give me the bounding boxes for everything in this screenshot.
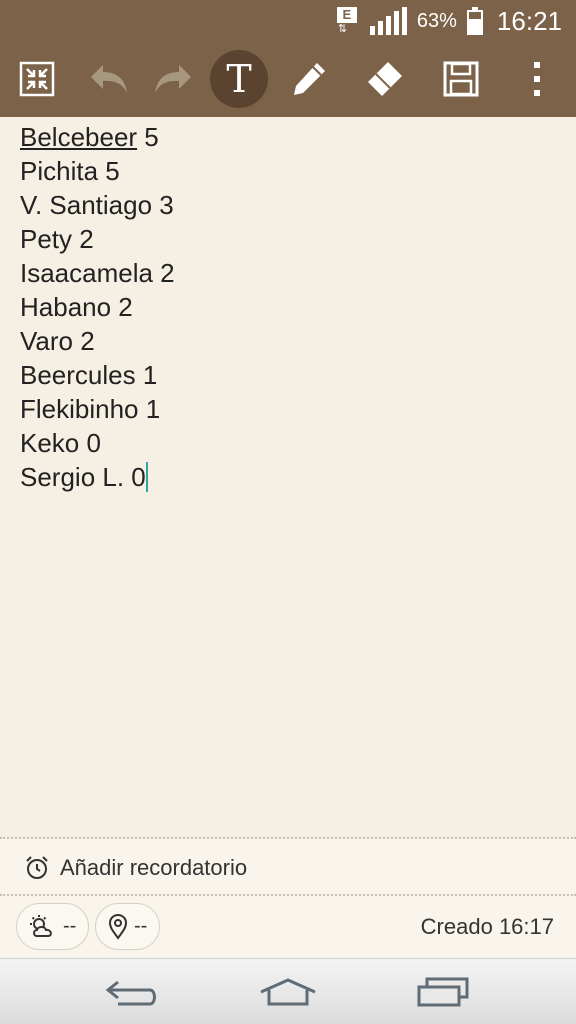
note-line-underlined-name: Belcebeer [20,122,138,152]
status-clock: 16:21 [496,5,562,36]
data-arrows-icon: ⇅ [337,23,348,35]
network-type-label: E [336,7,357,23]
collapse-button[interactable] [8,50,66,108]
location-pin-icon [108,913,128,940]
battery-percent: 63% [416,9,457,32]
text-cursor [145,462,148,492]
undo-button[interactable] [80,50,138,108]
note-line: Flekibinho 1 [20,394,161,424]
save-button[interactable] [432,50,490,108]
collapse-icon [19,61,55,97]
recent-apps-icon [417,977,469,1007]
add-reminder-button[interactable]: Añadir recordatorio [24,852,247,884]
note-line-score: 5 [137,122,159,152]
status-bar: E ⇅ 63% 16:21 [0,0,576,42]
network-type-icon: E ⇅ [336,6,358,36]
more-options-button[interactable] [508,50,566,108]
location-value: -- [134,915,148,937]
note-line-text: Sergio L. 0 [20,462,146,492]
note-line: Habano 2 [20,292,133,322]
note-line-last: Sergio L. 0 [20,460,560,494]
note-line: Belcebeer 5 [20,120,560,154]
pen-button[interactable] [280,50,338,108]
pen-icon [294,63,325,95]
note-line: Pichita 5 [20,156,120,186]
created-timestamp: Creado 16:17 [420,914,554,939]
redo-button[interactable] [144,50,202,108]
save-icon [443,61,479,97]
weather-sun-cloud-icon [30,914,52,937]
more-options-icon [534,62,540,96]
note-line: Pety 2 [20,224,94,254]
back-button[interactable] [97,973,167,1011]
weather-value: -- [63,915,77,937]
signal-strength-icon [369,7,407,35]
battery-icon [466,7,483,35]
back-icon [105,980,156,1006]
alarm-clock-icon [26,856,48,879]
weather-chip[interactable]: -- [16,903,90,950]
home-button[interactable] [253,973,323,1011]
note-text-area[interactable]: Belcebeer 5 Pichita 5 V. Santiago 3 Pety… [20,120,560,494]
note-line: Keko 0 [20,428,101,458]
eraser-button[interactable] [356,50,414,108]
recent-apps-button[interactable] [408,973,478,1011]
undo-icon [91,65,127,93]
location-chip[interactable]: -- [95,903,161,950]
text-format-icon: T [226,57,252,101]
eraser-icon [368,62,402,96]
note-line: Isaacamela 2 [20,258,175,288]
redo-icon [155,65,191,93]
note-line: V. Santiago 3 [20,190,174,220]
divider [0,894,576,896]
divider [0,837,576,839]
home-icon [260,978,316,1006]
system-nav-bar [0,958,576,1024]
note-line: Beercules 1 [20,360,158,390]
note-line: Varo 2 [20,326,95,356]
note-toolbar: T [0,42,576,117]
text-format-button[interactable]: T [210,50,268,108]
add-reminder-label: Añadir recordatorio [60,855,248,880]
